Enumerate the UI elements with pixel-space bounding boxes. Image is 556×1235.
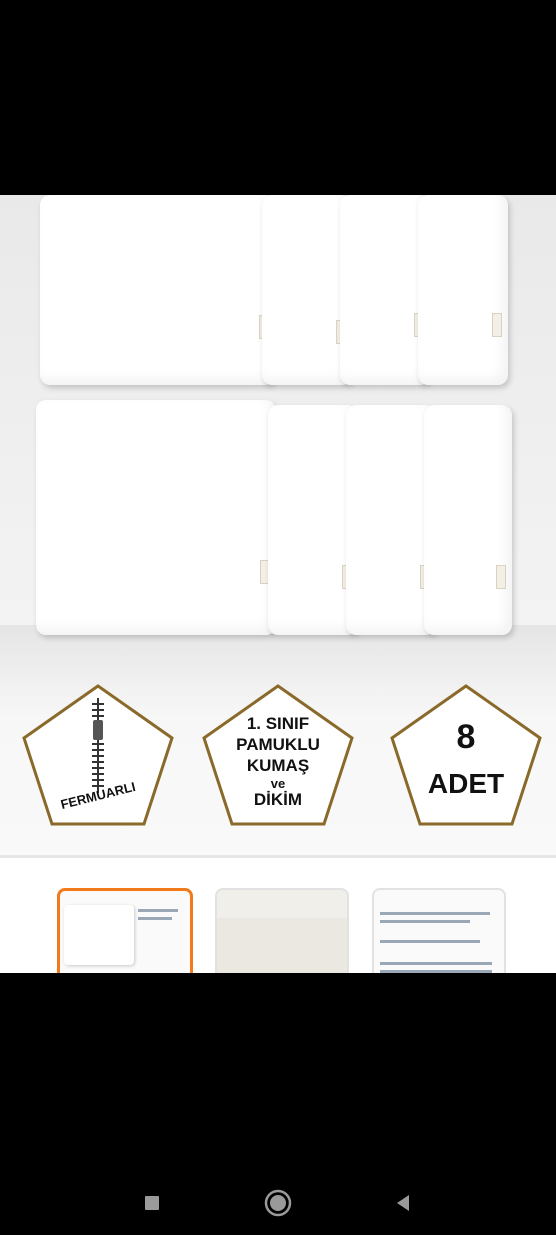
home-button[interactable] [263, 1188, 293, 1218]
pillow [40, 195, 275, 385]
pillow [262, 195, 352, 385]
label-tag-icon [496, 565, 506, 589]
pillow [346, 405, 436, 635]
top-black-area [0, 0, 556, 195]
label-tag-icon [492, 313, 502, 337]
badge-line: DİKİM [253, 790, 303, 809]
thumbnail-text-line [138, 917, 172, 920]
badge-count-unit: ADET [427, 768, 505, 799]
thumbnail-text-line [380, 940, 480, 943]
badge-line: ve [270, 776, 286, 791]
pillow [424, 405, 512, 635]
thumbnail-1[interactable] [57, 888, 193, 976]
badge-zipper: FERMUARLI [18, 680, 178, 830]
thumbnail-text-line [380, 920, 470, 923]
thumbnail-pillow [64, 905, 134, 965]
feature-badges: FERMUARLI 1. SINIF PAMUKLU KUMAŞ ve DİKİ… [0, 675, 556, 835]
zipper-icon [92, 698, 104, 793]
badge-count-number: 8 [456, 718, 476, 756]
badge-line: KUMAŞ [246, 756, 310, 775]
badge-line: PAMUKLU [236, 735, 320, 754]
badge-count: 8 ADET [386, 680, 546, 830]
pillow [36, 400, 276, 635]
pillow [340, 195, 430, 385]
thumbnail-text-line [380, 962, 492, 965]
recents-icon [145, 1196, 159, 1210]
thumbnail-fabric [217, 918, 347, 976]
home-icon [264, 1189, 292, 1217]
recents-button[interactable] [137, 1188, 167, 1218]
back-button[interactable] [389, 1188, 419, 1218]
product-image[interactable]: FERMUARLI 1. SINIF PAMUKLU KUMAŞ ve DİKİ… [0, 195, 556, 855]
pillow [268, 405, 358, 635]
pillow [418, 195, 508, 385]
thumbnail-3[interactable] [372, 888, 506, 976]
thumbnail-2[interactable] [215, 888, 349, 976]
badge-line: 1. SINIF [246, 714, 310, 733]
system-navigation-bar [0, 1170, 556, 1235]
thumbnail-gallery [0, 855, 556, 976]
thumbnail-text-line [380, 912, 490, 915]
thumbnail-text-line [138, 909, 178, 912]
badge-fabric: 1. SINIF PAMUKLU KUMAŞ ve DİKİM [198, 680, 358, 830]
back-icon [397, 1195, 409, 1211]
